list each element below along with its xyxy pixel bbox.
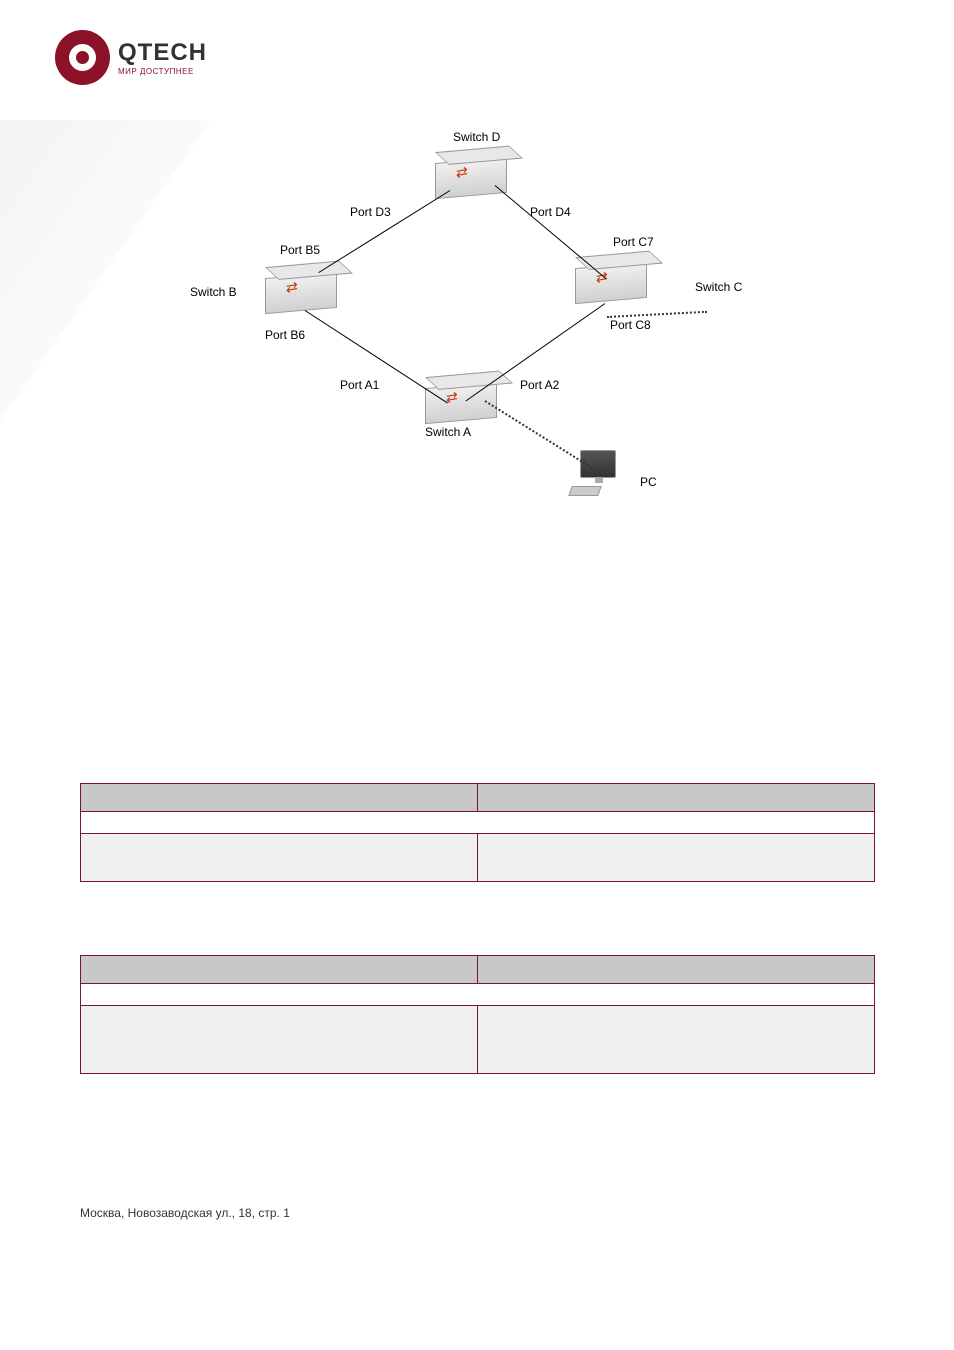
logo-region: QTECH МИР ДОСТУПНЕЕ	[0, 0, 240, 120]
switch-c-icon: ⇄	[575, 265, 647, 313]
table-row	[81, 1006, 875, 1074]
label-port-c8: Port C8	[610, 318, 651, 332]
label-pc: PC	[640, 475, 657, 489]
network-diagram: ⇄ ⇄ ⇄ ⇄ Switch D Port D3 Port D4 Port B5…	[175, 120, 775, 520]
td-span	[81, 812, 875, 834]
switch-d-icon: ⇄	[435, 160, 507, 208]
config-table-1	[80, 783, 875, 882]
label-switch-d: Switch D	[453, 130, 500, 144]
td-b	[478, 1006, 875, 1074]
th-1	[81, 956, 478, 984]
th-2	[478, 956, 875, 984]
td-a	[81, 834, 478, 882]
table-row	[81, 984, 875, 1006]
label-port-d4: Port D4	[530, 205, 571, 219]
table-header-row	[81, 784, 875, 812]
table-header-row	[81, 956, 875, 984]
label-port-a2: Port A2	[520, 378, 559, 392]
logo-q-icon	[55, 30, 110, 85]
footer-address: Москва, Новозаводская ул., 18, стр. 1	[80, 1206, 290, 1220]
label-port-b5: Port B5	[280, 243, 320, 257]
line-d-c	[495, 185, 607, 279]
td-span	[81, 984, 875, 1006]
td-b	[478, 834, 875, 882]
logo-main-text: QTECH	[118, 39, 207, 67]
th-2	[478, 784, 875, 812]
logo: QTECH МИР ДОСТУПНЕЕ	[55, 30, 207, 85]
label-port-a1: Port A1	[340, 378, 379, 392]
config-table-2	[80, 955, 875, 1074]
logo-sub-text: МИР ДОСТУПНЕЕ	[118, 67, 207, 76]
label-switch-a: Switch A	[425, 425, 471, 439]
table-row	[81, 812, 875, 834]
th-1	[81, 784, 478, 812]
line-d-b	[318, 190, 450, 273]
dotted-line-a-pc	[484, 400, 595, 471]
label-port-c7: Port C7	[613, 235, 654, 249]
switch-b-icon: ⇄	[265, 275, 337, 323]
td-a	[81, 1006, 478, 1074]
label-port-b6: Port B6	[265, 328, 305, 342]
label-port-d3: Port D3	[350, 205, 391, 219]
pc-icon	[570, 450, 630, 500]
table-row	[81, 834, 875, 882]
label-switch-b: Switch B	[190, 285, 237, 299]
label-switch-c: Switch C	[695, 280, 742, 294]
